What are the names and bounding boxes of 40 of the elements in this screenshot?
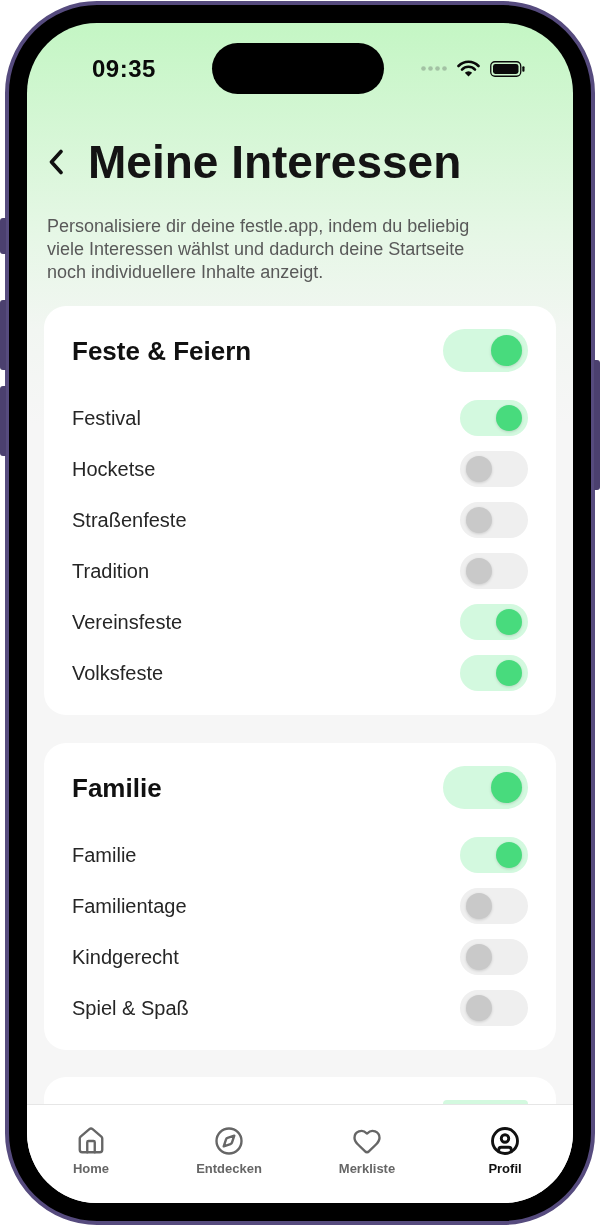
- toggle-switch[interactable]: [460, 501, 528, 538]
- chevron-left-icon: [48, 149, 64, 175]
- wifi-icon: [457, 60, 480, 77]
- card-title: Familie: [72, 774, 162, 801]
- toggle-switch[interactable]: [460, 887, 528, 924]
- interest-label: Vereinsfeste: [72, 611, 183, 632]
- home-icon: [76, 1126, 106, 1156]
- interest-label: Familie: [72, 844, 137, 865]
- interest-label: Kindgerecht: [72, 946, 179, 967]
- toggle-switch[interactable]: [460, 552, 528, 589]
- toggle-switch[interactable]: [460, 603, 528, 640]
- user-circle-icon: [490, 1126, 520, 1156]
- toggle-switch[interactable]: [460, 654, 528, 691]
- interest-label: Volksfeste: [72, 662, 164, 683]
- interest-label: Familientage: [72, 895, 187, 916]
- battery-icon: [490, 60, 525, 77]
- compass-icon: [214, 1126, 244, 1156]
- description-text: Personalisiere dir deine festle.app, indem du beliebig viele Interessen wählst und dadurch deine Startseite noch individuellere Inhalte anzeigt.: [46, 215, 471, 284]
- interest-label: Tradition: [72, 560, 150, 581]
- toggle-switch[interactable]: [460, 836, 528, 873]
- toggle-switch[interactable]: [443, 329, 528, 372]
- toggle-switch[interactable]: [460, 450, 528, 487]
- nav-tab[interactable]: Merkliste: [327, 1126, 407, 1178]
- nav-tab[interactable]: Home: [51, 1126, 131, 1178]
- toggle-switch[interactable]: [460, 938, 528, 975]
- nav-tab[interactable]: Profil: [465, 1126, 545, 1178]
- interest-label: Straßenfeste: [72, 509, 187, 530]
- interest-label: Festival: [72, 407, 141, 428]
- signal-icon: [421, 66, 447, 71]
- toggle-switch[interactable]: [460, 399, 528, 436]
- status-time: 09:35: [92, 56, 156, 81]
- card-title: Feste & Feiern: [72, 337, 252, 364]
- back-button[interactable]: [48, 149, 64, 175]
- nav-tab[interactable]: Entdecken: [189, 1126, 269, 1178]
- toggle-switch[interactable]: [443, 766, 528, 809]
- page-title: Meine Interessen: [88, 139, 462, 185]
- interest-label: Hocketse: [72, 458, 156, 479]
- toggle-switch[interactable]: [460, 989, 528, 1026]
- interest-label: Spiel & Spaß: [72, 997, 189, 1018]
- toggle-switch[interactable]: [443, 1100, 528, 1104]
